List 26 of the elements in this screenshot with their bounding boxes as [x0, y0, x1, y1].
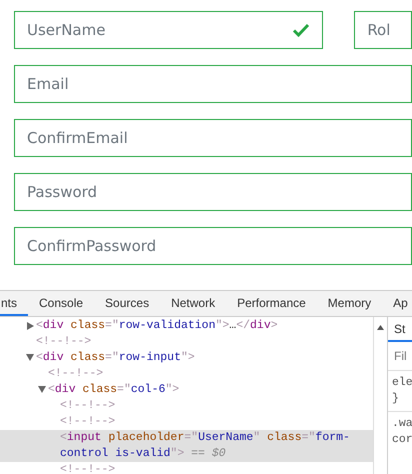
input-field[interactable]: Password — [14, 173, 412, 211]
code-line[interactable]: <div class="row-validation">…</div> — [36, 318, 286, 334]
input-field[interactable]: ConfirmPassword — [14, 227, 412, 265]
styles-tab[interactable]: St — [388, 317, 412, 342]
devtools-tab[interactable]: Console — [28, 291, 94, 316]
filter-field[interactable]: Fil — [388, 342, 412, 371]
code-line[interactable]: <div class="row-input"> — [36, 350, 203, 366]
input-field[interactable]: Rol — [354, 11, 412, 49]
style-rule-line: cor — [391, 432, 412, 448]
collapse-arrow-icon[interactable] — [26, 322, 34, 330]
expand-arrow-icon[interactable] — [38, 386, 46, 393]
style-rule-line: ele — [391, 375, 412, 391]
devtools-tab[interactable]: nts — [0, 291, 28, 316]
devtools-tab[interactable]: Ap — [382, 291, 412, 316]
devtools-tab[interactable]: Network — [160, 291, 226, 316]
input-field[interactable]: ConfirmEmail — [14, 119, 412, 157]
devtools-tab[interactable]: Sources — [94, 291, 160, 316]
code-line[interactable]: <div class="col-6"> — [48, 382, 188, 398]
expand-arrow-icon[interactable] — [26, 354, 34, 361]
devtools-tab[interactable]: Memory — [316, 291, 382, 316]
devtools-tab[interactable]: Performance — [226, 291, 317, 316]
style-rule-line: } — [391, 391, 400, 407]
style-rule-line: .wa — [391, 416, 412, 432]
input-field[interactable]: UserName — [14, 11, 324, 49]
scroll-up-icon[interactable] — [377, 325, 384, 330]
input-field[interactable]: Email — [14, 65, 412, 103]
